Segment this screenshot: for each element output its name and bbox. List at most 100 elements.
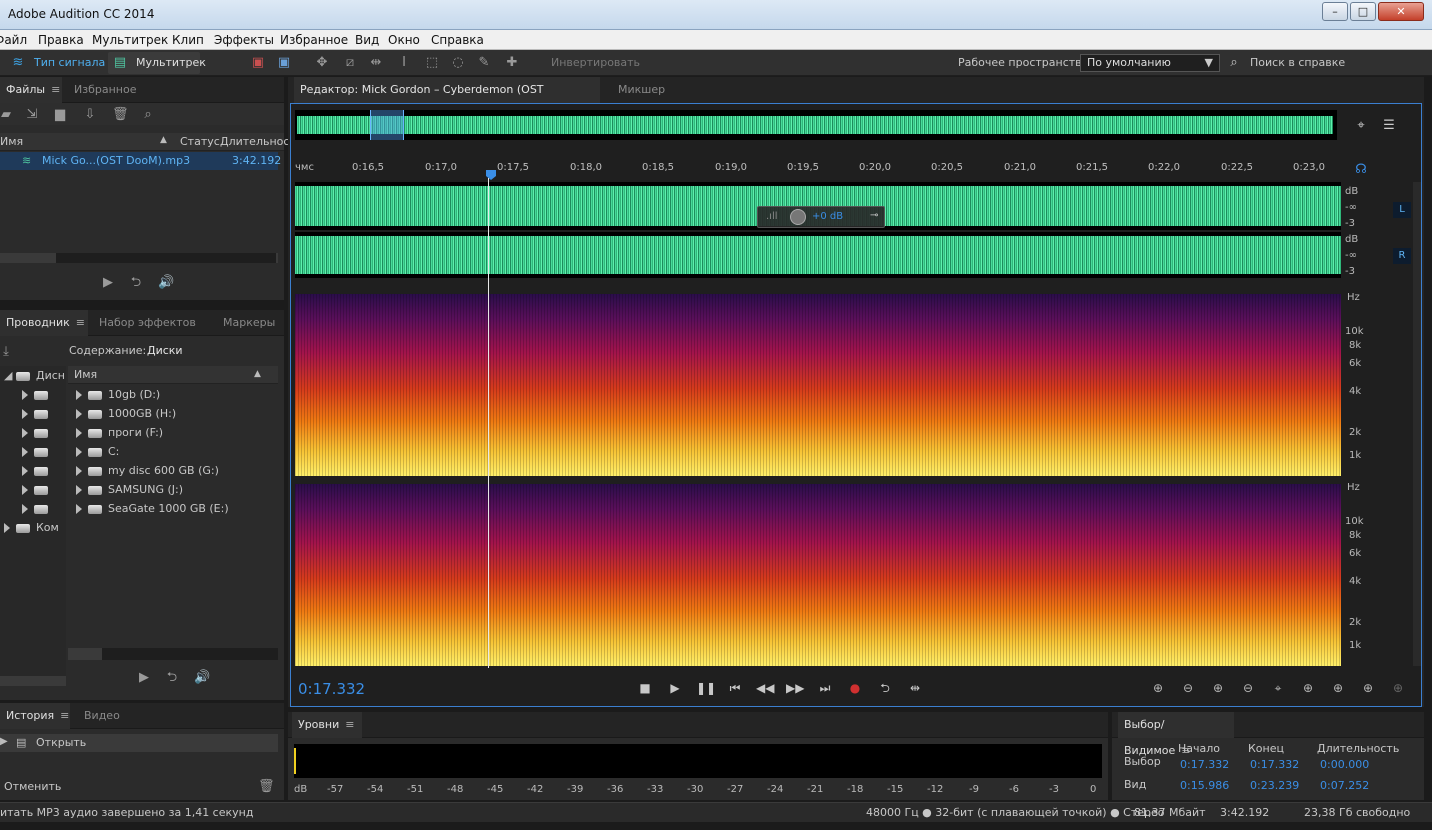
zoom-selected-track-icon[interactable]: ⊕: [1388, 681, 1408, 695]
autoplay-icon[interactable]: 🔊: [158, 275, 174, 291]
selection-end[interactable]: 0:17.332: [1250, 755, 1299, 774]
new-file-icon[interactable]: ▆: [52, 107, 68, 123]
pause-button[interactable]: ❚❚: [696, 681, 716, 695]
tab-favorites[interactable]: Избранное: [68, 77, 142, 103]
channel-left-toggle[interactable]: L: [1393, 202, 1411, 218]
move-tool-icon[interactable]: ✥: [314, 55, 330, 71]
drive-item[interactable]: 10gb (D:): [76, 385, 160, 404]
record-button[interactable]: ●: [846, 681, 864, 695]
loop-button[interactable]: ⮌: [876, 681, 894, 695]
list-icon[interactable]: ☰: [1381, 118, 1397, 134]
vertical-scrollbar[interactable]: [1413, 182, 1421, 666]
zoom-out-full-icon[interactable]: ⌖: [1268, 681, 1288, 695]
tree-item[interactable]: [22, 499, 54, 518]
column-name[interactable]: Имя: [0, 133, 23, 151]
zoom-out-amplitude-icon[interactable]: ⊖: [1178, 681, 1198, 695]
maximize-button[interactable]: □: [1350, 2, 1376, 21]
column-duration[interactable]: Длительнос: [220, 133, 289, 151]
play-icon[interactable]: ▶: [100, 275, 116, 291]
skip-selection-button[interactable]: ⇹: [906, 681, 924, 695]
fast-forward-button[interactable]: ▶▶: [786, 681, 804, 695]
help-search-input[interactable]: Поиск в справке: [1250, 53, 1345, 73]
menu-edit[interactable]: Правка: [38, 33, 84, 47]
time-selection-icon[interactable]: I: [396, 55, 412, 71]
hud-gain[interactable]: .ıll +0 dB ⊸: [757, 206, 885, 228]
view-start[interactable]: 0:15.986: [1180, 776, 1229, 795]
play-icon[interactable]: ▶: [136, 670, 152, 686]
menu-window[interactable]: Окно: [388, 33, 420, 47]
tree-item[interactable]: [22, 385, 54, 404]
workspace-select[interactable]: По умолчанию ▼: [1080, 54, 1220, 72]
trash-icon[interactable]: 🗑: [258, 779, 275, 795]
tab-effects-rack[interactable]: Набор эффектов: [93, 310, 202, 336]
tree-item[interactable]: [22, 442, 54, 461]
column-status[interactable]: Статус: [180, 133, 220, 151]
location-icon[interactable]: ⤓: [0, 344, 14, 360]
menu-view[interactable]: Вид: [355, 33, 379, 47]
menu-favorites[interactable]: Избранное: [280, 33, 348, 47]
tab-files[interactable]: Файлы ≡: [0, 77, 62, 103]
spectrogram-right[interactable]: [295, 484, 1341, 666]
time-ruler[interactable]: чмс 0:16,5 0:17,0 0:17,5 0:18,0 0:18,5 0…: [295, 156, 1341, 180]
file-row[interactable]: ≋ Mick Go...(OST DooM).mp3 3:42.192: [0, 152, 281, 170]
tab-editor[interactable]: Редактор: Mick Gordon – Cyberdemon (OST …: [294, 77, 600, 122]
drive-item[interactable]: C:: [76, 442, 119, 461]
tab-markers[interactable]: Маркеры: [217, 310, 281, 336]
zoom-in-amplitude-icon[interactable]: ⊕: [1148, 681, 1168, 695]
close-button[interactable]: ✕: [1378, 2, 1424, 21]
zoom-in-time-icon[interactable]: ⊕: [1208, 681, 1228, 695]
content-value[interactable]: Диски: [147, 341, 183, 360]
tree-item[interactable]: [22, 423, 54, 442]
tree-item-computer[interactable]: Ком: [4, 518, 59, 537]
lasso-tool-icon[interactable]: ◌: [450, 55, 466, 71]
drive-item[interactable]: проги (F:): [76, 423, 163, 442]
history-item[interactable]: ▶ ▤ Открыть: [0, 734, 278, 752]
selection-duration[interactable]: 0:00.000: [1320, 755, 1369, 774]
tab-mixer[interactable]: Микшер: [612, 77, 671, 103]
slip-tool-icon[interactable]: ⇹: [368, 55, 384, 71]
overview-waveform[interactable]: [295, 110, 1337, 140]
healing-brush-icon[interactable]: ✚: [504, 55, 520, 71]
tab-selection-view[interactable]: Выбор/Видимое ≡: [1118, 712, 1234, 757]
marquee-tool-icon[interactable]: ⬚: [424, 55, 440, 71]
drive-item[interactable]: my disc 600 GB (G:): [76, 461, 219, 480]
delete-icon[interactable]: 🗑: [112, 107, 129, 123]
gain-knob[interactable]: [790, 209, 806, 225]
current-time[interactable]: 0:17.332: [298, 680, 365, 698]
razor-tool-icon[interactable]: ⧄: [342, 55, 358, 71]
loop-icon[interactable]: ⮌: [164, 670, 180, 686]
headphones-icon[interactable]: ☊: [1353, 162, 1369, 178]
zoom-selection-icon[interactable]: ⊕: [1358, 681, 1378, 695]
rewind-button[interactable]: ◀◀: [756, 681, 774, 695]
waveform-mode-button[interactable]: Тип сигнала: [34, 53, 105, 73]
horizontal-scrollbar[interactable]: [68, 648, 278, 660]
play-button[interactable]: ▶: [666, 681, 684, 695]
minimize-button[interactable]: –: [1322, 2, 1348, 21]
zoom-in-end-icon[interactable]: ⊕: [1328, 681, 1348, 695]
visible-range[interactable]: [370, 110, 404, 140]
column-name[interactable]: Имя: [74, 366, 97, 384]
autoplay-icon[interactable]: 🔊: [194, 670, 210, 686]
view-end[interactable]: 0:23.239: [1250, 776, 1299, 795]
tab-levels[interactable]: Уровни ≡: [292, 712, 362, 738]
waveform-right[interactable]: [295, 232, 1341, 278]
tab-history[interactable]: История ≡: [0, 703, 70, 729]
skip-end-button[interactable]: ⏭: [816, 681, 834, 695]
multitrack-mode-button[interactable]: Мультитрек: [136, 53, 206, 73]
search-icon[interactable]: ⌕: [140, 107, 156, 123]
spectral-display-icon[interactable]: ▣: [250, 55, 266, 71]
channel-right-toggle[interactable]: R: [1393, 248, 1411, 264]
drive-item[interactable]: SAMSUNG (J:): [76, 480, 183, 499]
brush-tool-icon[interactable]: ✎: [476, 55, 492, 71]
waveform-left[interactable]: .ıll +0 dB ⊸: [295, 182, 1341, 230]
tree-item[interactable]: [22, 461, 54, 480]
insert-icon[interactable]: ⇩: [82, 107, 98, 123]
import-icon[interactable]: ⇲: [24, 107, 40, 123]
zoom-out-time-icon[interactable]: ⊖: [1238, 681, 1258, 695]
menu-effects[interactable]: Эффекты: [214, 33, 274, 47]
view-duration[interactable]: 0:07.252: [1320, 776, 1369, 795]
tree-item-disks[interactable]: ◢ Дисн: [4, 366, 65, 385]
horizontal-scrollbar[interactable]: [0, 676, 66, 686]
drive-item[interactable]: 1000GB (H:): [76, 404, 176, 423]
tab-explorer[interactable]: Проводник ≡: [0, 310, 88, 336]
